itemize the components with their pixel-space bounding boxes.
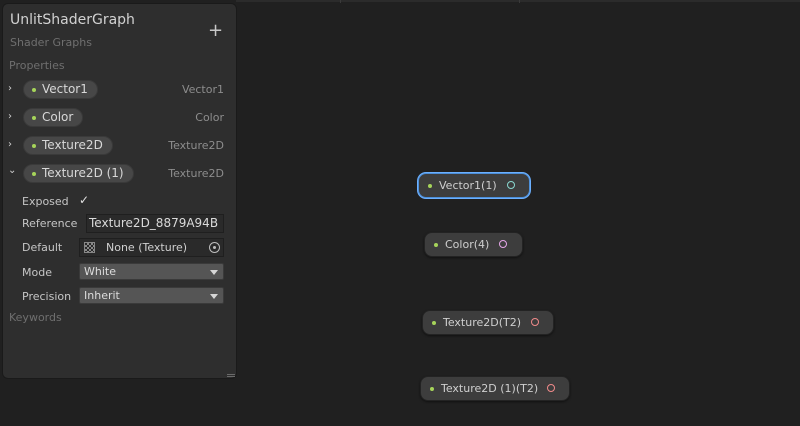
resize-grip-icon[interactable] (227, 374, 235, 377)
property-pill[interactable]: Texture2D (1) (23, 164, 134, 183)
chevron-down-icon (210, 294, 218, 299)
reference-label: Reference (22, 217, 78, 230)
node-label: Texture2D(T2) (443, 316, 522, 329)
node-dot-icon (430, 387, 434, 391)
property-dot-icon (32, 116, 36, 120)
default-texture-field[interactable]: None (Texture) (79, 238, 224, 257)
property-pill[interactable]: Texture2D (23, 136, 113, 155)
property-name: Vector1 (42, 82, 88, 96)
exposed-label: Exposed (22, 195, 69, 208)
property-dot-icon (32, 172, 36, 176)
toolbar-divider (519, 0, 520, 3)
mode-label: Mode (22, 266, 52, 279)
graph-canvas[interactable]: UnlitShaderGraph Shader Graphs + Propert… (0, 0, 800, 426)
node-label: Vector1(1) (439, 179, 497, 192)
property-row-texture2d[interactable]: › Texture2D Texture2D (3, 134, 236, 156)
reference-input[interactable]: Texture2D_8879A94B (86, 214, 224, 233)
properties-section-label: Properties (9, 59, 65, 72)
property-pill[interactable]: Color (23, 108, 84, 127)
collapse-arrow-icon[interactable]: ⌄ (8, 165, 18, 177)
node-label: Texture2D (1)(T2) (441, 382, 539, 395)
property-name: Texture2D (1) (42, 166, 124, 180)
property-name: Color (42, 110, 74, 124)
property-node-texture2d-1[interactable]: Texture2D (1)(T2) (420, 376, 570, 401)
chevron-down-icon (210, 270, 218, 275)
add-property-button[interactable]: + (208, 22, 223, 40)
expand-arrow-icon[interactable]: › (8, 83, 18, 95)
node-dot-icon (434, 243, 438, 247)
mode-row: Mode White (3, 263, 236, 283)
precision-value: Inherit (84, 289, 120, 302)
node-label: Color(4) (445, 238, 490, 251)
mode-dropdown[interactable]: White (79, 263, 224, 280)
output-port-icon[interactable] (499, 240, 507, 248)
exposed-checkbox[interactable]: ✓ (79, 193, 93, 207)
property-pill[interactable]: Vector1 (23, 80, 98, 99)
property-node-texture2d[interactable]: Texture2D(T2) (422, 310, 554, 335)
keywords-section-label: Keywords (9, 311, 62, 324)
precision-dropdown[interactable]: Inherit (79, 287, 224, 304)
precision-row: Precision Inherit (3, 287, 236, 307)
property-name: Texture2D (42, 138, 103, 152)
default-texture-value: None (Texture) (106, 241, 188, 254)
toolbar-border (236, 0, 800, 2)
property-node-color[interactable]: Color(4) (424, 232, 523, 257)
property-node-vector1[interactable]: Vector1(1) (418, 173, 530, 198)
property-row-color[interactable]: › Color Color (3, 106, 236, 128)
toolbar-divider (340, 0, 341, 3)
property-type: Vector1 (181, 83, 224, 96)
exposed-row: Exposed ✓ (3, 192, 236, 212)
default-row: Default None (Texture) (3, 238, 236, 258)
precision-label: Precision (22, 290, 72, 303)
mode-value: White (84, 265, 116, 278)
property-row-vector1[interactable]: › Vector1 Vector1 (3, 78, 236, 100)
property-row-texture2d-1[interactable]: ⌄ Texture2D (1) Texture2D (3, 162, 236, 184)
property-type: Texture2D (168, 139, 224, 152)
default-label: Default (22, 241, 63, 254)
output-port-icon[interactable] (531, 318, 539, 326)
object-picker-icon[interactable] (209, 242, 220, 253)
property-type: Color (195, 111, 224, 124)
blackboard-title: UnlitShaderGraph (10, 12, 135, 28)
expand-arrow-icon[interactable]: › (8, 111, 18, 123)
property-dot-icon (32, 144, 36, 148)
reference-row: Reference Texture2D_8879A94B (3, 214, 236, 234)
property-type: Texture2D (168, 167, 224, 180)
output-port-icon[interactable] (547, 384, 555, 392)
blackboard-panel: UnlitShaderGraph Shader Graphs + Propert… (2, 3, 237, 379)
node-dot-icon (428, 184, 432, 188)
texture-icon (84, 242, 95, 253)
expand-arrow-icon[interactable]: › (8, 139, 18, 151)
node-dot-icon (432, 321, 436, 325)
blackboard-subtitle: Shader Graphs (10, 36, 92, 49)
property-dot-icon (32, 88, 36, 92)
output-port-icon[interactable] (507, 181, 515, 189)
